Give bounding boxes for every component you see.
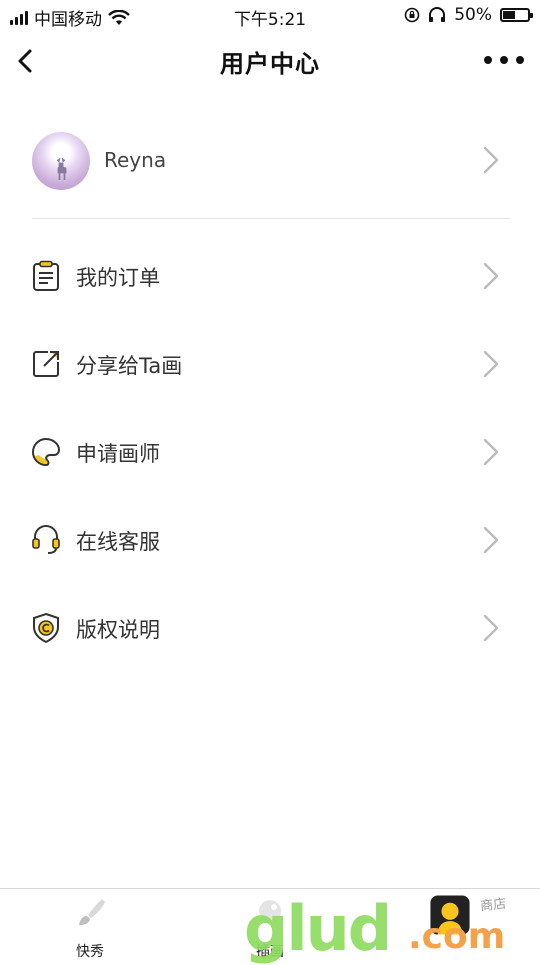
page-title: 用户中心 — [220, 50, 320, 78]
watermark-shop: 商店 — [479, 896, 507, 915]
chevron-right-icon — [483, 614, 499, 642]
chevron-right-icon — [483, 146, 499, 174]
profile-row[interactable]: Reyna — [0, 118, 540, 206]
menu-item-share[interactable]: 分享给Ta画 — [0, 320, 540, 408]
menu-label: 分享给Ta画 — [76, 354, 183, 378]
menu-label: 版权说明 — [76, 618, 160, 642]
menu-item-apply-artist[interactable]: 申请画师 — [0, 408, 540, 496]
avatar[interactable] — [32, 132, 90, 190]
palette-icon — [32, 437, 61, 467]
battery-percent: 50% — [454, 5, 492, 25]
status-right: 50% — [404, 5, 533, 25]
battery-fill — [503, 11, 515, 19]
share-icon — [33, 351, 59, 377]
chevron-right-icon — [483, 526, 499, 554]
tab-kuaixiu[interactable]: 快秀 — [0, 889, 180, 961]
order-list-icon — [33, 260, 59, 291]
menu-item-online-service[interactable]: 在线客服 — [0, 496, 540, 584]
menu-item-my-orders[interactable]: 我的订单 — [0, 232, 540, 320]
menu-label: 我的订单 — [76, 266, 160, 290]
more-dots-icon[interactable] — [484, 50, 524, 70]
headset-icon — [32, 525, 60, 554]
chevron-right-icon — [483, 350, 499, 378]
lock-rotation-icon — [404, 7, 420, 23]
headphones-icon — [429, 7, 446, 22]
tab-label: 快秀 — [76, 944, 104, 960]
brush-icon — [79, 899, 105, 925]
menu-label: 申请画师 — [76, 442, 160, 466]
menu-item-copyright[interactable]: 版权说明 — [0, 584, 540, 672]
watermark-suffix: .com — [408, 916, 506, 957]
battery-icon — [500, 8, 533, 22]
menu-label: 在线客服 — [76, 530, 160, 554]
watermark-text: glud — [244, 892, 392, 965]
username: Reyna — [104, 148, 167, 172]
divider — [32, 218, 510, 219]
chevron-right-icon — [483, 262, 499, 290]
copyright-shield-icon — [33, 612, 59, 644]
chevron-right-icon — [483, 438, 499, 466]
deer-silhouette-icon — [56, 157, 67, 180]
status-bar: 中国移动 下午5:21 50% — [0, 0, 540, 30]
nav-bar: 用户中心 — [0, 30, 540, 92]
